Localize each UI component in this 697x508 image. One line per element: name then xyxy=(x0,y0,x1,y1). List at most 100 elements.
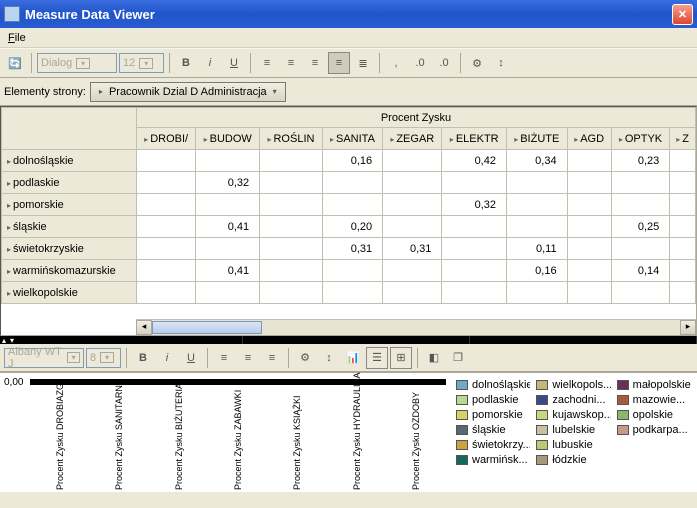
chart-canvas[interactable]: 0,00 Procent Zysku DROBIAZGIProcent Zysk… xyxy=(0,373,450,492)
data-cell[interactable] xyxy=(506,194,567,216)
data-cell[interactable] xyxy=(442,260,507,282)
data-cell[interactable] xyxy=(260,216,323,238)
column-header[interactable]: ▸Z xyxy=(670,128,696,150)
data-cell[interactable] xyxy=(670,150,696,172)
comma-button[interactable]: , xyxy=(385,52,407,74)
chart-bold-button[interactable]: B xyxy=(132,347,154,369)
align-left-button[interactable]: ≡ xyxy=(256,52,278,74)
data-cell[interactable]: 0,32 xyxy=(442,194,507,216)
chart-type-icon[interactable]: 📊 xyxy=(342,347,364,369)
column-header[interactable]: ▸OPTYK xyxy=(611,128,670,150)
chart-options-icon[interactable]: ⚙ xyxy=(294,347,316,369)
data-cell[interactable] xyxy=(567,238,611,260)
legend-item[interactable]: pomorskie xyxy=(456,409,530,421)
scroll-thumb[interactable] xyxy=(152,321,262,334)
data-cell[interactable] xyxy=(506,282,567,304)
data-cell[interactable] xyxy=(506,172,567,194)
legend-item[interactable] xyxy=(617,439,691,451)
data-cell[interactable] xyxy=(611,172,670,194)
data-cell[interactable] xyxy=(196,150,260,172)
font-combo[interactable]: Dialog▾ xyxy=(37,53,117,73)
data-cell[interactable] xyxy=(260,260,323,282)
data-cell[interactable] xyxy=(670,216,696,238)
data-cell[interactable] xyxy=(383,282,442,304)
splitter-bar[interactable]: ▴▾ xyxy=(0,336,697,344)
data-cell[interactable] xyxy=(196,238,260,260)
data-cell[interactable] xyxy=(670,282,696,304)
row-header[interactable]: ▸świetokrzyskie xyxy=(2,238,137,260)
data-grid[interactable]: Procent Zysku ▸DROBI/▸BUDOW▸ROŚLIN▸SANIT… xyxy=(0,106,697,336)
data-cell[interactable] xyxy=(567,194,611,216)
data-cell[interactable] xyxy=(196,194,260,216)
column-header[interactable]: ▸ELEKTR xyxy=(442,128,507,150)
scroll-left-button[interactable]: ◂ xyxy=(136,320,152,335)
chart-pivot-icon[interactable]: ↕ xyxy=(318,347,340,369)
data-cell[interactable] xyxy=(383,194,442,216)
legend-item[interactable]: śląskie xyxy=(456,424,530,436)
data-cell[interactable] xyxy=(611,282,670,304)
data-cell[interactable] xyxy=(322,194,382,216)
close-button[interactable]: ✕ xyxy=(672,4,693,25)
data-cell[interactable] xyxy=(260,194,323,216)
chart-cube-icon[interactable]: ❐ xyxy=(447,347,469,369)
row-header[interactable]: ▸pomorskie xyxy=(2,194,137,216)
data-cell[interactable] xyxy=(670,260,696,282)
pivot-icon[interactable]: ↕ xyxy=(490,52,512,74)
legend-item[interactable]: podlaskie xyxy=(456,394,530,406)
column-header[interactable]: ▸BUDOW xyxy=(196,128,260,150)
chart-3d-icon[interactable]: ◧ xyxy=(423,347,445,369)
data-cell[interactable] xyxy=(442,282,507,304)
legend-item[interactable]: małopolskie xyxy=(617,379,691,391)
column-header[interactable]: ▸AGD xyxy=(567,128,611,150)
elements-pill[interactable]: ▸Pracownik Dzial D Administracja▾ xyxy=(90,82,286,102)
data-cell[interactable] xyxy=(260,172,323,194)
align-center-button[interactable]: ≡ xyxy=(280,52,302,74)
data-cell[interactable] xyxy=(137,282,196,304)
data-cell[interactable] xyxy=(670,194,696,216)
data-cell[interactable] xyxy=(137,150,196,172)
options-icon[interactable]: ⚙ xyxy=(466,52,488,74)
data-cell[interactable] xyxy=(567,260,611,282)
refresh-icon[interactable]: 🔄 xyxy=(4,52,26,74)
data-cell[interactable]: 0,20 xyxy=(322,216,382,238)
data-cell[interactable] xyxy=(260,150,323,172)
legend-item[interactable]: łódzkie xyxy=(536,454,610,466)
legend-item[interactable]: zachodni... xyxy=(536,394,610,406)
data-cell[interactable]: 0,16 xyxy=(322,150,382,172)
data-cell[interactable] xyxy=(260,238,323,260)
data-cell[interactable] xyxy=(567,172,611,194)
legend-item[interactable]: wielkopols... xyxy=(536,379,610,391)
chart-size-combo[interactable]: 8▾ xyxy=(86,348,121,368)
titlebar[interactable]: Measure Data Viewer ✕ xyxy=(0,0,697,28)
data-cell[interactable] xyxy=(383,216,442,238)
data-cell[interactable]: 0,11 xyxy=(506,238,567,260)
data-cell[interactable] xyxy=(383,172,442,194)
chart-align-center[interactable]: ≡ xyxy=(237,347,259,369)
legend-item[interactable]: lubuskie xyxy=(536,439,610,451)
legend-item[interactable]: kujawskop... xyxy=(536,409,610,421)
column-header[interactable]: ▸ZEGAR xyxy=(383,128,442,150)
legend-item[interactable]: mazowie... xyxy=(617,394,691,406)
legend-item[interactable]: warmińsk... xyxy=(456,454,530,466)
data-cell[interactable] xyxy=(611,238,670,260)
data-cell[interactable]: 0,32 xyxy=(196,172,260,194)
data-cell[interactable]: 0,25 xyxy=(611,216,670,238)
column-header[interactable]: ▸BIŻUTE xyxy=(506,128,567,150)
data-cell[interactable] xyxy=(260,282,323,304)
chart-align-right[interactable]: ≡ xyxy=(261,347,283,369)
data-cell[interactable] xyxy=(137,172,196,194)
chart-grid-icon[interactable]: ⊞ xyxy=(390,347,412,369)
align-right-button[interactable]: ≡ xyxy=(304,52,326,74)
data-cell[interactable] xyxy=(137,260,196,282)
data-cell[interactable] xyxy=(383,150,442,172)
scroll-right-button[interactable]: ▸ xyxy=(680,320,696,335)
data-cell[interactable] xyxy=(322,282,382,304)
legend-item[interactable] xyxy=(617,454,691,466)
data-cell[interactable]: 0,16 xyxy=(506,260,567,282)
underline-button[interactable]: U xyxy=(223,52,245,74)
data-cell[interactable] xyxy=(383,260,442,282)
chart-legend-icon[interactable]: ☰ xyxy=(366,347,388,369)
data-cell[interactable]: 0,41 xyxy=(196,260,260,282)
italic-button[interactable]: i xyxy=(199,52,221,74)
data-cell[interactable]: 0,31 xyxy=(383,238,442,260)
